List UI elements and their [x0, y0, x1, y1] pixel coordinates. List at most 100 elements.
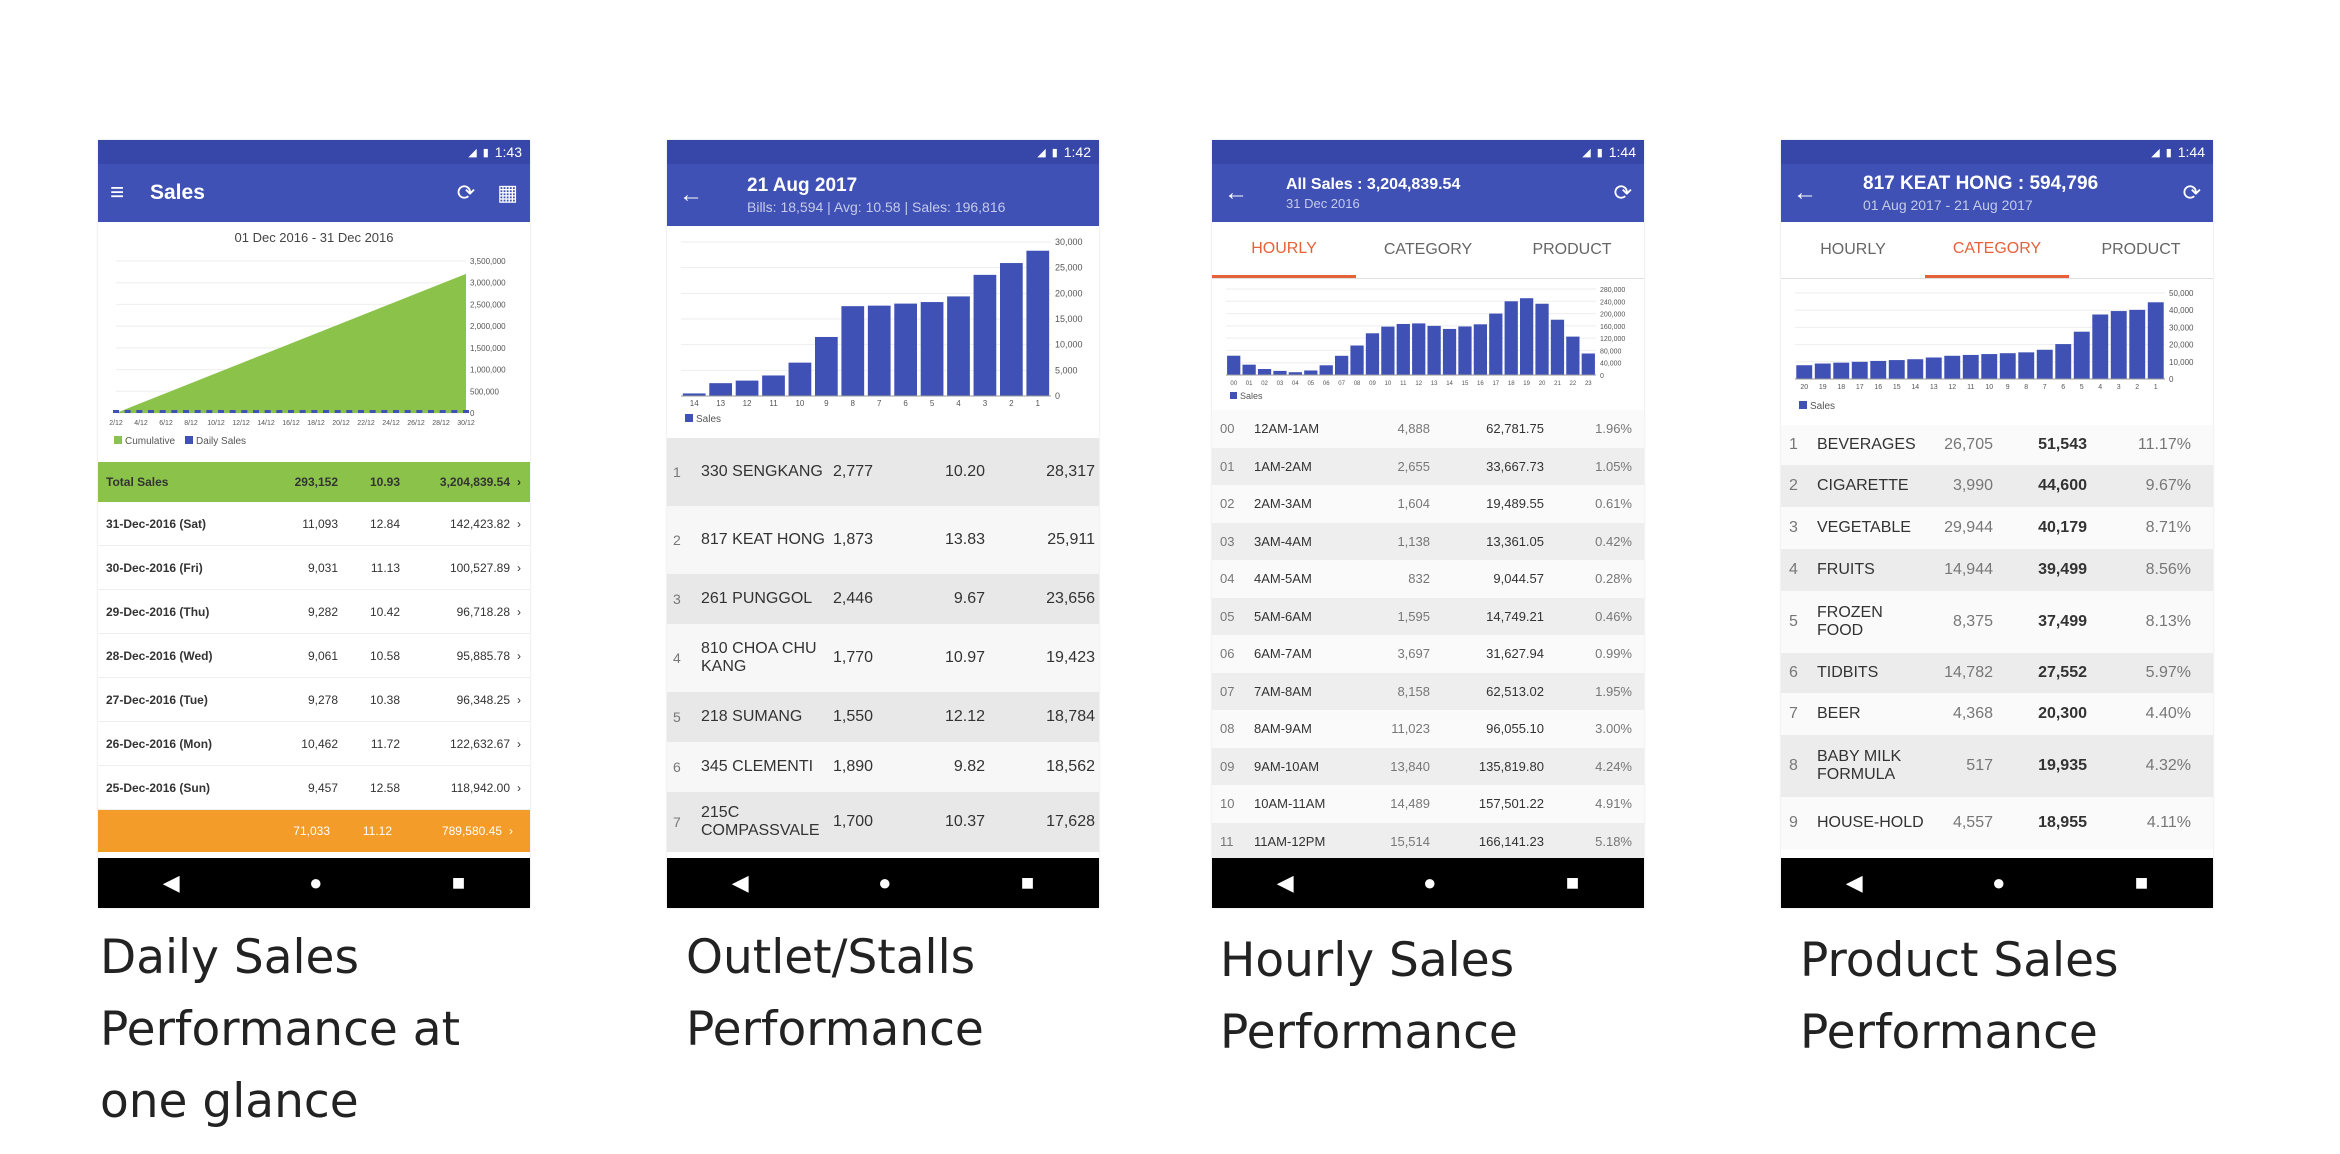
row-avg: 10.97 — [944, 649, 985, 666]
outlet-row[interactable]: 4 810 CHOA CHU KANG 1,770 10.97 19,423 — [667, 624, 1099, 692]
hourly-row[interactable]: 08 8AM-9AM 11,023 96,055.10 3.00% — [1212, 710, 1644, 748]
home-icon[interactable]: ● — [309, 870, 322, 896]
hourly-row[interactable]: 07 7AM-8AM 8,158 62,513.02 1.95% — [1212, 672, 1644, 710]
category-row[interactable]: 3 VEGETABLE 29,944 40,179 8.71% — [1781, 507, 2213, 549]
hourly-row[interactable]: 00 12AM-1AM 4,888 62,781.75 1.96% — [1212, 410, 1644, 448]
daily-sales-bar — [346, 410, 353, 413]
row-sales: 13,361.05 — [1486, 533, 1544, 549]
x-tick-label: 18/12 — [307, 420, 325, 427]
daily-row[interactable]: 28-Dec-2016 (Wed) 9,061 10.58 95,885.78 › — [98, 634, 530, 678]
category-row[interactable]: 9 HOUSE-HOLD 4,557 18,955 4.11% — [1781, 797, 2213, 849]
outlet-row[interactable]: 3 261 PUNGGOL 2,446 9.67 23,656 — [667, 574, 1099, 624]
row-hour-index: 10 — [1220, 796, 1235, 812]
hourly-row[interactable]: 02 2AM-3AM 1,604 19,489.55 0.61% — [1212, 485, 1644, 523]
row-qty: 26,705 — [1944, 436, 1993, 453]
recents-icon[interactable]: ■ — [1021, 870, 1034, 896]
menu-icon[interactable]: ≡ — [110, 179, 150, 207]
home-icon[interactable]: ● — [1423, 870, 1436, 896]
home-icon[interactable]: ● — [1992, 870, 2005, 896]
daily-sales-bar — [148, 410, 154, 413]
tab-hourly[interactable]: HOURLY — [1781, 222, 1925, 278]
outlet-row[interactable]: 7 215C COMPASSVALE 1,700 10.37 17,628 — [667, 792, 1099, 852]
hourly-row[interactable]: 06 6AM-7AM 3,697 31,627.94 0.99% — [1212, 635, 1644, 673]
caption-hourly: Hourly Sales Performance — [1220, 933, 1518, 1060]
daily-sales-bar — [369, 410, 376, 413]
daily-row[interactable]: 25-Dec-2016 (Sun) 9,457 12.58 118,942.00 › — [98, 766, 530, 810]
row-bills: 1,595 — [1397, 608, 1430, 624]
row-hour-index: 11 — [1220, 833, 1234, 849]
daily-sales-bar — [124, 410, 131, 413]
y-tick-label: 160,000 — [1600, 324, 1625, 331]
android-nav-bar: ◀ ● ■ — [1781, 858, 2213, 908]
x-tick-label: 14 — [1446, 381, 1453, 387]
category-row[interactable]: 7 BEER 4,368 20,300 4.40% — [1781, 693, 2213, 735]
home-icon[interactable]: ● — [878, 870, 891, 896]
x-tick-label: 22/12 — [357, 420, 375, 427]
hourly-row[interactable]: 09 9AM-10AM 13,840 135,819.80 4.24% — [1212, 747, 1644, 785]
tab-product[interactable]: PRODUCT — [2069, 222, 2213, 278]
category-row[interactable]: 4 FRUITS 14,944 39,499 8.56% — [1781, 549, 2213, 591]
x-tick-label: 15 — [1462, 381, 1469, 387]
row-avg: 12.12 — [944, 708, 985, 725]
battery-icon: ▮ — [1051, 146, 1058, 159]
daily-sales-bar — [229, 410, 236, 413]
x-tick-label: 1 — [2154, 384, 2158, 391]
tab-category[interactable]: CATEGORY — [1356, 222, 1500, 278]
app-title: All Sales : 3,204,839.54 — [1286, 175, 1461, 193]
row-sales: 23,656 — [1046, 590, 1095, 607]
refresh-icon[interactable]: ⟳ — [457, 180, 475, 206]
x-tick-label: 13 — [716, 399, 725, 408]
hourly-row[interactable]: 05 5AM-6AM 1,595 14,749.21 0.46% — [1212, 597, 1644, 635]
daily-row[interactable]: 29-Dec-2016 (Thu) 9,282 10.42 96,718.28 › — [98, 590, 530, 634]
row-avg: 12.84 — [369, 516, 400, 531]
x-tick-label: 16/12 — [282, 420, 300, 427]
x-tick-label: 14 — [690, 399, 699, 408]
category-row[interactable]: 5 FROZEN FOOD 8,375 37,499 8.13% — [1781, 591, 2213, 653]
daily-row[interactable]: 30-Dec-2016 (Fri) 9,031 11.13 100,527.89 › — [98, 546, 530, 590]
outlet-row[interactable]: 1 330 SENGKANG 2,777 10.20 28,317 — [667, 438, 1099, 506]
recents-icon[interactable]: ■ — [1566, 870, 1579, 896]
tab-category[interactable]: CATEGORY — [1925, 222, 2069, 278]
app-bar: ← 817 KEAT HONG : 594,796 01 Aug 2017 - … — [1781, 164, 2213, 222]
y-tick-label: 2,000,000 — [470, 322, 506, 331]
bar — [1925, 357, 1942, 379]
refresh-icon[interactable]: ⟳ — [2183, 180, 2201, 206]
daily-row[interactable]: 26-Dec-2016 (Mon) 10,462 11.72 122,632.67 › — [98, 722, 530, 766]
category-row[interactable]: 6 TIDBITS 14,782 27,552 5.97% — [1781, 653, 2213, 693]
recents-icon[interactable]: ■ — [452, 870, 465, 896]
hourly-row[interactable]: 04 4AM-5AM 832 9,044.57 0.28% — [1212, 560, 1644, 598]
x-tick-label: 17 — [1856, 384, 1864, 391]
recents-icon[interactable]: ■ — [2135, 870, 2148, 896]
daily-row[interactable]: 27-Dec-2016 (Tue) 9,278 10.38 96,348.25 › — [98, 678, 530, 722]
hourly-row[interactable]: 01 1AM-2AM 2,655 33,667.73 1.05% — [1212, 447, 1644, 485]
outlet-row[interactable]: 2 817 KEAT HONG 1,873 13.83 25,911 — [667, 506, 1099, 574]
daily-sales-bar — [171, 410, 178, 413]
outlet-row[interactable]: 6 345 CLEMENTI 1,890 9.82 18,562 — [667, 742, 1099, 792]
hourly-row[interactable]: 11 11AM-12PM 15,514 166,141.23 5.18% — [1212, 822, 1644, 860]
y-tick-label: 0 — [1600, 373, 1604, 380]
x-tick-label: 10 — [1985, 384, 1993, 391]
x-tick-label: 14/12 — [257, 420, 275, 427]
hourly-row[interactable]: 10 10AM-11AM 14,489 157,501.22 4.91% — [1212, 785, 1644, 823]
calendar-icon[interactable]: ▦ — [497, 180, 518, 206]
back-icon[interactable]: ◀ — [1277, 870, 1294, 896]
row-rank: 7 — [673, 814, 681, 830]
back-arrow-icon[interactable]: ← — [679, 181, 747, 209]
daily-row[interactable]: 31-Dec-2016 (Sat) 11,093 12.84 142,423.82 › — [98, 502, 530, 546]
back-arrow-icon[interactable]: ← — [1224, 179, 1286, 207]
back-icon[interactable]: ◀ — [1846, 870, 1863, 896]
x-tick-label: 19 — [1523, 381, 1530, 387]
category-row[interactable]: 2 CIGARETTE 3,990 44,600 9.67% — [1781, 465, 2213, 507]
row-category-name: TIDBITS — [1817, 664, 1879, 681]
outlet-row[interactable]: 5 218 SUMANG 1,550 12.12 18,784 — [667, 692, 1099, 742]
category-row[interactable]: 8 BABY MILK FORMULA 517 19,935 4.32% — [1781, 735, 2213, 797]
refresh-icon[interactable]: ⟳ — [1614, 180, 1632, 206]
hourly-row[interactable]: 03 3AM-4AM 1,138 13,361.05 0.42% — [1212, 522, 1644, 560]
category-row[interactable]: 1 BEVERAGES 26,705 51,543 11.17% — [1781, 425, 2213, 465]
tab-product[interactable]: PRODUCT — [1500, 222, 1644, 278]
back-icon[interactable]: ◀ — [163, 870, 180, 896]
back-arrow-icon[interactable]: ← — [1793, 179, 1863, 207]
back-icon[interactable]: ◀ — [732, 870, 749, 896]
total-row[interactable]: Total Sales 293,152 10.93 3,204,839.54 › — [98, 462, 530, 502]
tab-hourly[interactable]: HOURLY — [1212, 222, 1356, 278]
